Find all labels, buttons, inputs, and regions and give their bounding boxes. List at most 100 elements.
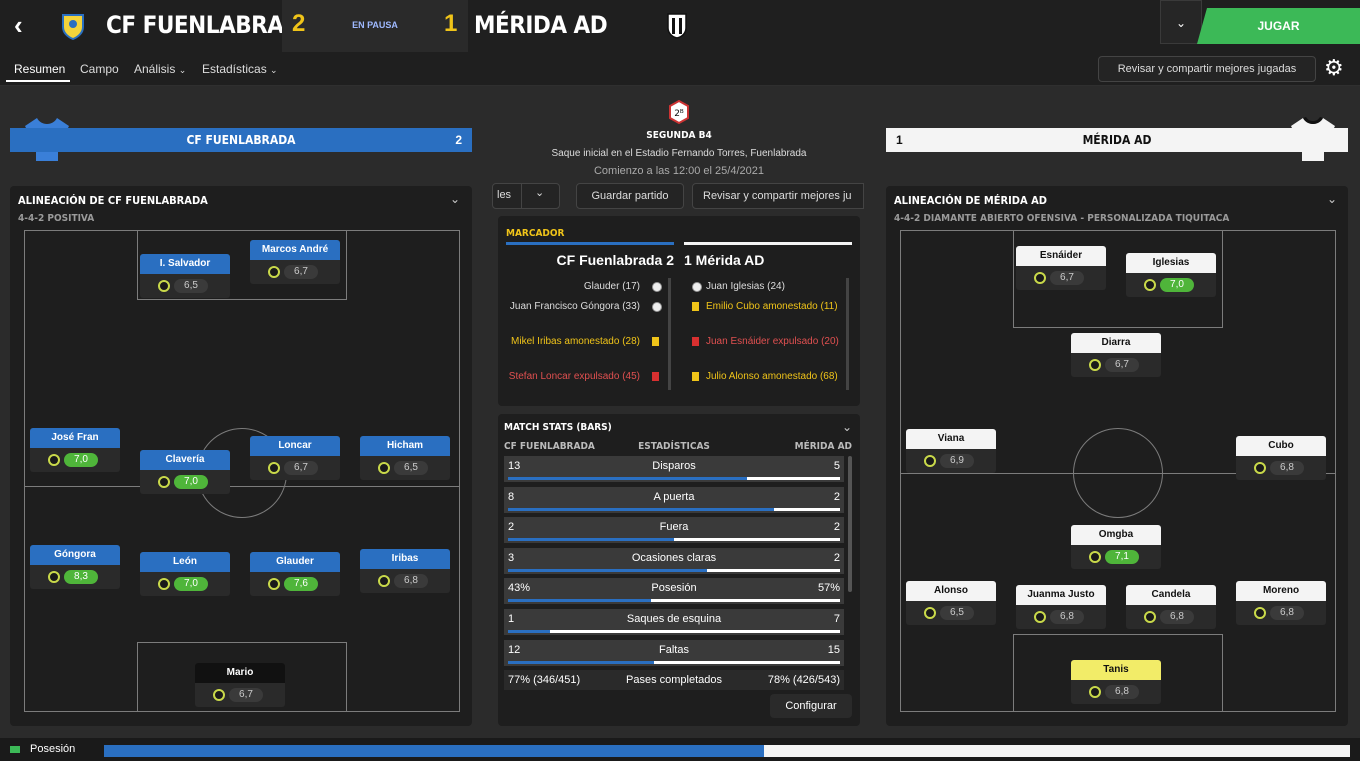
player-card[interactable]: Diarra 6,7 xyxy=(1071,333,1161,377)
player-rating: 6,7 xyxy=(284,265,318,279)
player-card[interactable]: Loncar 6,7 xyxy=(250,436,340,480)
scrollbar[interactable] xyxy=(848,456,852,592)
player-rating: 6,7 xyxy=(1105,358,1139,372)
player-rating-row: 6,8 xyxy=(1126,605,1216,629)
share-highlights-button[interactable]: Revisar y compartir mejores jugadas xyxy=(1098,56,1316,82)
condition-icon xyxy=(268,266,280,278)
player-rating: 7,0 xyxy=(1160,278,1194,292)
player-card[interactable]: Mario 6,7 xyxy=(195,663,285,707)
player-card[interactable]: Alonso 6,5 xyxy=(906,581,996,625)
player-card[interactable]: León 7,0 xyxy=(140,552,230,596)
condition-icon xyxy=(1034,611,1046,623)
partial-select-label: les xyxy=(497,189,512,201)
save-match-button[interactable]: Guardar partido xyxy=(576,183,684,209)
scrollbar[interactable] xyxy=(668,278,671,390)
red-card-icon xyxy=(692,337,699,346)
player-card[interactable]: Cubo 6,8 xyxy=(1236,436,1326,480)
gear-icon[interactable]: ⚙ xyxy=(1324,56,1344,80)
condition-icon xyxy=(1144,611,1156,623)
player-card[interactable]: Iribas 6,8 xyxy=(360,549,450,593)
chevron-down-icon[interactable]: ⌄ xyxy=(1160,0,1202,44)
player-name: Loncar xyxy=(250,436,340,456)
possession-icon xyxy=(10,746,20,753)
condition-icon xyxy=(48,454,60,466)
possession-bar: Posesión xyxy=(0,738,1360,761)
tab-estadisticas[interactable]: Estadísticas ⌄ xyxy=(202,62,278,76)
player-rating: 6,8 xyxy=(1105,685,1139,699)
ball-icon xyxy=(692,282,702,292)
chevron-down-icon[interactable]: ⌄ xyxy=(842,420,852,434)
player-card[interactable]: Viana 6,9 xyxy=(906,429,996,473)
condition-icon xyxy=(268,578,280,590)
stat-label: Disparos xyxy=(652,460,696,472)
away-lineup-title: ALINEACIÓN DE MÉRIDA AD xyxy=(894,194,1047,207)
stat-away-value: 2 xyxy=(833,551,840,564)
chevron-down-icon[interactable]: ⌄ xyxy=(450,192,460,206)
event-text: Juan Francisco Góngora (33) xyxy=(509,301,640,312)
player-rating-row: 7,1 xyxy=(1071,545,1161,569)
away-crest-icon xyxy=(667,13,687,39)
tab-campo[interactable]: Campo xyxy=(80,62,119,76)
match-status: EN PAUSA xyxy=(352,20,398,30)
player-rating: 6,8 xyxy=(1270,606,1304,620)
tab-resumen[interactable]: Resumen xyxy=(14,62,65,76)
tab-analisis[interactable]: Análisis ⌄ xyxy=(134,62,186,76)
player-card[interactable]: Hicham 6,5 xyxy=(360,436,450,480)
player-card[interactable]: Omgba 7,1 xyxy=(1071,525,1161,569)
player-rating: 6,5 xyxy=(394,461,428,475)
player-rating-row: 6,7 xyxy=(250,260,340,284)
away-bar-name: MÉRIDA AD xyxy=(1082,133,1152,147)
player-card[interactable]: Moreno 6,8 xyxy=(1236,581,1326,625)
player-rating-row: 6,5 xyxy=(360,456,450,480)
partial-select[interactable]: les ⌄ xyxy=(492,183,560,209)
stat-row: 1 Saques de esquina 7 xyxy=(504,609,844,635)
play-button[interactable]: JUGAR xyxy=(1197,8,1360,44)
player-rating-row: 6,8 xyxy=(1236,456,1326,480)
possession-away-fill xyxy=(764,745,1350,757)
configure-button[interactable]: Configurar xyxy=(770,694,852,718)
stat-away-value: 2 xyxy=(833,521,840,534)
stat-away-bar xyxy=(674,538,840,542)
player-card[interactable]: Esnáider 6,7 xyxy=(1016,246,1106,290)
player-card[interactable]: Candela 6,8 xyxy=(1126,585,1216,629)
stat-label: Posesión xyxy=(651,582,697,595)
player-name: Candela xyxy=(1126,585,1216,605)
chevron-down-icon: ⌄ xyxy=(178,65,187,75)
player-name: León xyxy=(140,552,230,572)
player-card[interactable]: Juanma Justo 6,8 xyxy=(1016,585,1106,629)
player-name: Cubo xyxy=(1236,436,1326,456)
condition-icon xyxy=(158,280,170,292)
share-highlights-button[interactable]: Revisar y compartir mejores ju xyxy=(692,183,864,209)
tab-estadisticas-label: Estadísticas xyxy=(202,62,267,76)
player-card[interactable]: I. Salvador 6,5 xyxy=(140,254,230,298)
kickoff-time: Comienzo a las 12:00 el 25/4/2021 xyxy=(593,165,764,177)
player-card[interactable]: José Fran 7,0 xyxy=(30,428,120,472)
condition-icon xyxy=(158,578,170,590)
player-rating: 6,7 xyxy=(284,461,318,475)
player-rating: 7,0 xyxy=(174,577,208,591)
away-color-strip xyxy=(684,242,852,245)
player-name: Juanma Justo xyxy=(1016,585,1106,605)
chevron-down-icon[interactable]: ⌄ xyxy=(1327,192,1337,206)
home-team-bar: CF FUENLABRADA 2 xyxy=(10,128,472,152)
player-rating-row: 6,8 xyxy=(1016,605,1106,629)
player-rating-row: 7,0 xyxy=(30,448,120,472)
player-card[interactable]: Marcos André 6,7 xyxy=(250,240,340,284)
player-card[interactable]: Góngora 8,3 xyxy=(30,545,120,589)
player-card[interactable]: Clavería 7,0 xyxy=(140,450,230,494)
player-card[interactable]: Glauder 7,6 xyxy=(250,552,340,596)
svg-text:2ᴮ: 2ᴮ xyxy=(674,109,684,119)
back-icon[interactable]: ‹ xyxy=(14,12,23,38)
stat-home-bar xyxy=(508,568,707,572)
player-name: Marcos André xyxy=(250,240,340,260)
player-card[interactable]: Tanis 6,8 xyxy=(1071,660,1161,704)
player-rating-row: 6,8 xyxy=(1071,680,1161,704)
stat-away-value: 2 xyxy=(833,490,840,503)
condition-icon xyxy=(924,607,936,619)
condition-icon xyxy=(1254,462,1266,474)
player-name: Iribas xyxy=(360,549,450,569)
player-card[interactable]: Iglesias 7,0 xyxy=(1126,253,1216,297)
scrollbar[interactable] xyxy=(846,278,849,390)
player-name: Clavería xyxy=(140,450,230,470)
possession-label: Posesión xyxy=(30,743,76,755)
